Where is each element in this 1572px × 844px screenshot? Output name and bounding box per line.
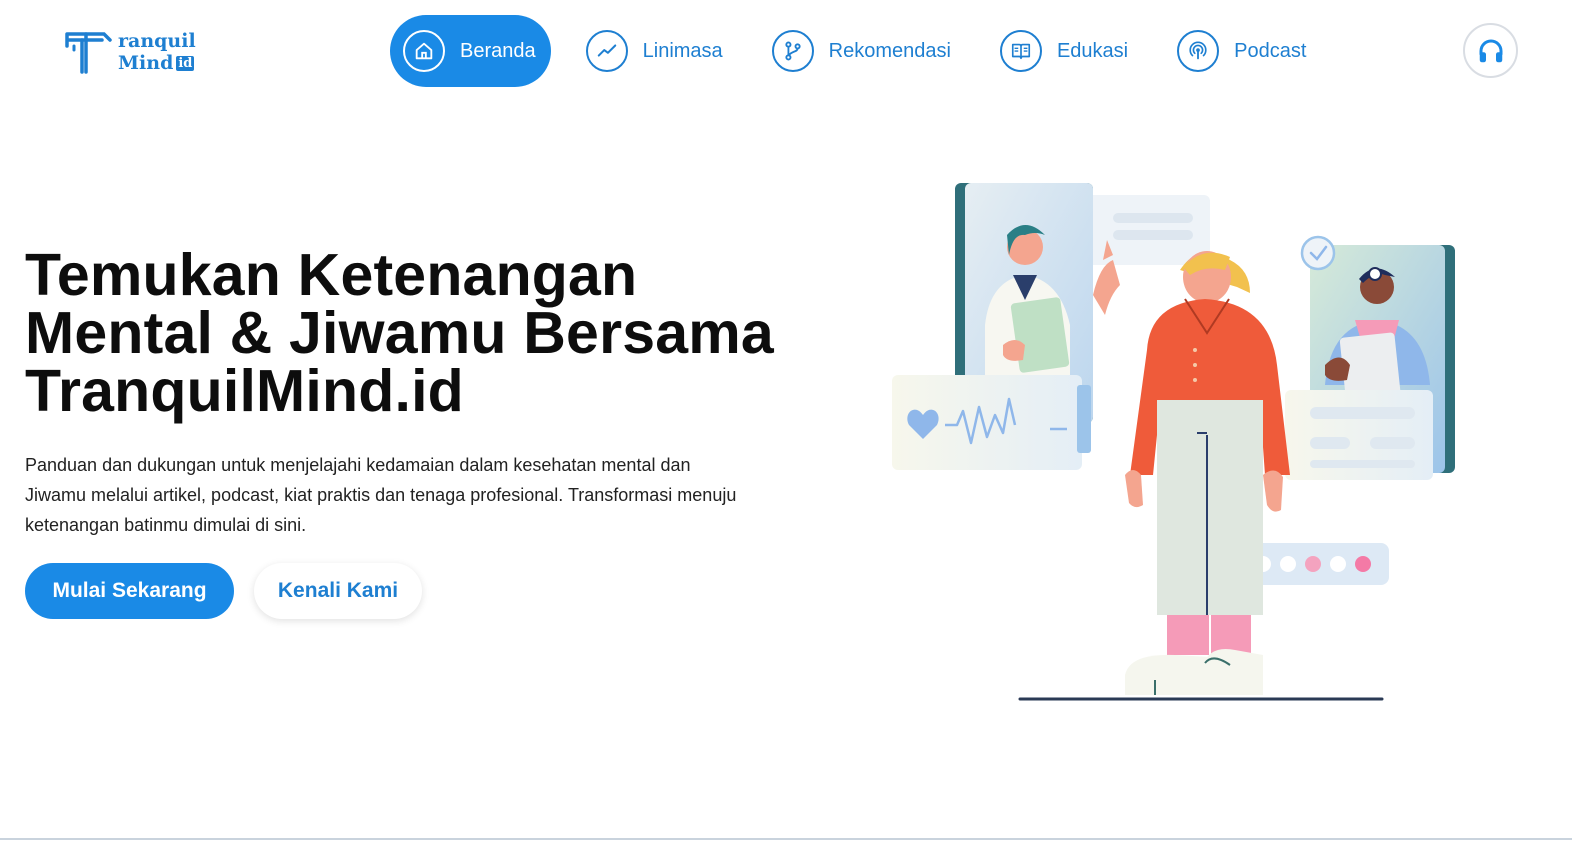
top-navigation-bar: ranquil Mind id Beranda Linimasa Rekomend… — [0, 0, 1572, 100]
hero-title-line3: TranquilMind.id — [25, 358, 464, 424]
tranquilmind-logo[interactable]: ranquil Mind id — [64, 28, 214, 80]
logo-line1: ranquil — [118, 30, 196, 52]
divider — [0, 838, 1572, 840]
hero-desc-line3: ketenangan batinmu dimulai di sini. — [25, 515, 307, 535]
hero-illustration — [892, 183, 1455, 701]
home-icon — [403, 30, 445, 72]
logo-line2: Mind id — [118, 52, 196, 74]
trend-icon — [585, 30, 628, 72]
nav-label-podcast: Podcast — [1234, 39, 1307, 62]
hero-title-line2: Mental & Jiwamu Bersama — [25, 300, 774, 366]
logo-mind: Mind — [118, 52, 174, 74]
hero-description: Panduan dan dukungan untuk menjelajahi k… — [25, 450, 845, 540]
hero-desc-line1: Panduan dan dukungan untuk menjelajahi k… — [25, 455, 691, 475]
nav-item-edukasi[interactable]: Edukasi — [986, 15, 1142, 87]
headphones-icon — [1479, 39, 1502, 62]
hero-title-line1: Temukan Ketenangan — [25, 242, 638, 308]
heart-rate-card — [892, 375, 1091, 470]
about-us-button[interactable]: Kenali Kami — [254, 563, 422, 619]
nav-item-podcast[interactable]: Podcast — [1163, 15, 1320, 87]
branch-icon — [771, 30, 814, 72]
nav-label-rekomendasi: Rekomendasi — [828, 39, 951, 62]
nav-label-beranda: Beranda — [460, 39, 536, 62]
nav-item-beranda[interactable]: Beranda — [390, 15, 551, 87]
logo-badge: id — [176, 56, 195, 71]
info-card — [1285, 390, 1433, 480]
book-icon — [999, 30, 1042, 72]
podcast-icon — [1177, 30, 1220, 72]
logo-wordmark: ranquil Mind id — [118, 30, 196, 74]
nav-label-linimasa: Linimasa — [642, 39, 723, 62]
hero-title: Temukan Ketenangan Mental & Jiwamu Bersa… — [25, 242, 845, 424]
nav-item-rekomendasi[interactable]: Rekomendasi — [758, 15, 965, 87]
logo-mark-icon — [65, 32, 112, 74]
nav-item-linimasa[interactable]: Linimasa — [572, 15, 737, 87]
hero-desc-line2: Jiwamu melalui artikel, podcast, kiat pr… — [25, 485, 737, 505]
main-nav: Beranda Linimasa Rekomendasi Edukasi Pod… — [390, 15, 1341, 87]
audio-button[interactable] — [1463, 23, 1518, 78]
nav-label-edukasi: Edukasi — [1056, 39, 1129, 62]
start-now-button[interactable]: Mulai Sekarang — [25, 563, 234, 619]
